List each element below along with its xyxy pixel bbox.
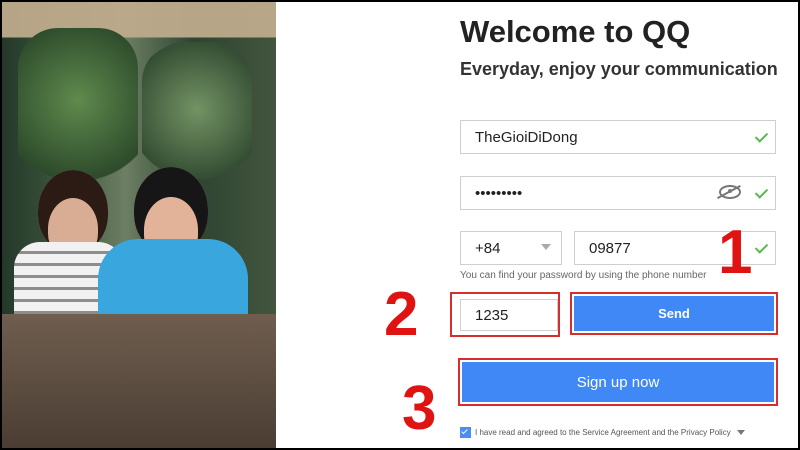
send-code-button[interactable]: Send	[574, 296, 774, 331]
annotation-badge-3: 3	[402, 374, 437, 443]
password-field[interactable]: •••••••••	[460, 176, 776, 210]
country-code-value: +84	[475, 239, 501, 257]
page-subtitle: Everyday, enjoy your communication	[460, 59, 778, 79]
agreement-text: I have read and agreed to the Service Ag…	[475, 428, 731, 437]
check-icon	[755, 185, 767, 197]
signup-panel: Welcome to QQ Everyday, enjoy your commu…	[276, 2, 798, 448]
annotation-badge-2: 2	[384, 280, 419, 349]
chevron-down-icon	[541, 244, 551, 250]
page-title: Welcome to QQ	[460, 14, 691, 49]
signup-button-label: Sign up now	[462, 362, 774, 402]
country-code-select[interactable]: +84	[460, 231, 562, 265]
phone-value: 09877	[589, 239, 631, 257]
verification-code-input[interactable]: 1235	[460, 299, 558, 331]
chevron-down-icon	[736, 430, 745, 435]
annotation-badge-1: 1	[718, 218, 753, 287]
signup-button[interactable]: Sign up now	[462, 362, 774, 402]
check-icon	[755, 129, 767, 141]
table-surface	[2, 314, 276, 448]
phone-hint: You can find your password by using the …	[460, 270, 707, 281]
send-button-label: Send	[574, 296, 774, 331]
username-field[interactable]: TheGioiDiDong	[460, 120, 776, 154]
username-value: TheGioiDiDong	[475, 128, 578, 146]
verification-code-value: 1235	[475, 306, 509, 324]
agreement-row[interactable]: I have read and agreed to the Service Ag…	[460, 427, 745, 438]
check-icon	[755, 240, 767, 252]
agreement-checkbox[interactable]	[460, 427, 471, 438]
hero-photo	[2, 2, 276, 448]
password-value: •••••••••	[475, 184, 523, 202]
